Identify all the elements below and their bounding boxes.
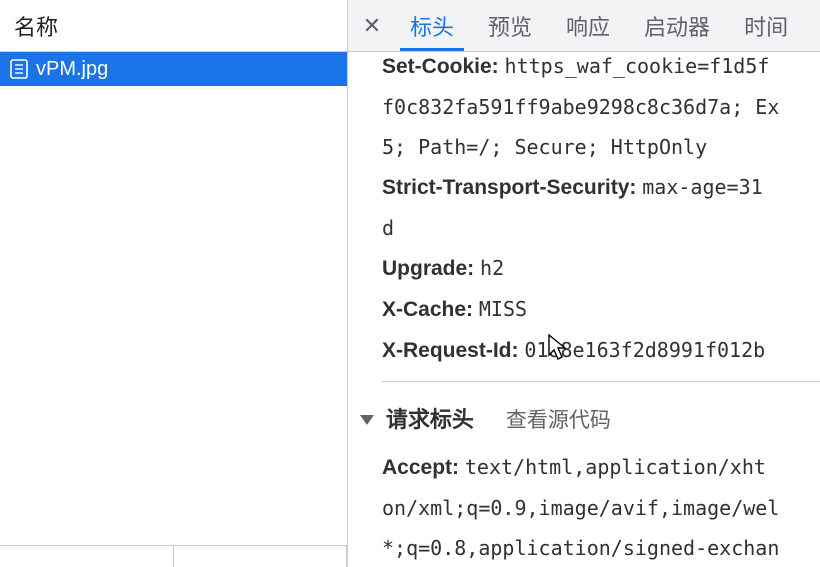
file-icon: [10, 59, 28, 79]
header-key: Set-Cookie:: [382, 55, 499, 78]
request-file-name: vPM.jpg: [36, 58, 108, 81]
header-key: X-Cache:: [382, 298, 473, 321]
header-value-cont: f0c832fa591ff9abe9298c8c36d7a; Ex: [348, 87, 820, 127]
header-key: Accept:: [382, 456, 459, 479]
header-value: text/html,application/xht: [465, 455, 766, 479]
header-value-cont: on/xml;q=0.9,image/avif,image/wel: [348, 488, 820, 528]
tab-preview[interactable]: 预览: [474, 0, 546, 51]
header-key: X-Request-Id:: [382, 339, 519, 362]
request-list: vPM.jpg: [0, 52, 347, 545]
header-set-cookie: Set-Cookie: https_waf_cookie=f1d5f: [382, 52, 820, 87]
table-footer: [0, 545, 347, 567]
header-value-cont: *;q=0.8,application/signed-exchan: [348, 528, 820, 567]
tab-timing[interactable]: 时间: [730, 0, 802, 51]
tab-initiator[interactable]: 启动器: [630, 0, 724, 51]
tab-response[interactable]: 响应: [552, 0, 624, 51]
header-value-cont: d: [348, 208, 820, 248]
chevron-down-icon: [360, 415, 374, 425]
header-value-cont: 5; Path=/; Secure; HttpOnly: [348, 127, 820, 167]
header-x-request-id: X-Request-Id: 0188e163f2d8991f012b: [382, 330, 820, 371]
headers-content: Set-Cookie: https_waf_cookie=f1d5f f0c83…: [348, 52, 820, 567]
footer-cell: [0, 546, 174, 567]
footer-cell: [174, 546, 348, 567]
section-title: 请求标头: [386, 407, 474, 432]
header-value: MISS: [479, 297, 527, 321]
header-upgrade: Upgrade: h2: [382, 248, 820, 289]
request-row[interactable]: vPM.jpg: [0, 52, 347, 86]
name-panel: 名称 vPM.jpg: [0, 0, 348, 567]
section-toggle[interactable]: 请求标头: [360, 400, 474, 441]
view-source-link[interactable]: 查看源代码: [506, 401, 611, 441]
header-value: h2: [480, 256, 504, 280]
header-value: 0188e163f2d8991f012b: [524, 338, 765, 362]
header-value: max-age=31: [642, 175, 762, 199]
details-tab-bar: ✕ 标头 预览 响应 启动器 时间: [348, 0, 820, 52]
header-x-cache: X-Cache: MISS: [382, 289, 820, 330]
header-key: Upgrade:: [382, 257, 474, 280]
header-key: Strict-Transport-Security:: [382, 176, 636, 199]
header-value: https_waf_cookie=f1d5f: [505, 54, 770, 78]
details-panel: ✕ 标头 预览 响应 启动器 时间 Set-Cookie: https_waf_…: [348, 0, 820, 567]
response-headers-block: Set-Cookie: https_waf_cookie=f1d5f f0c83…: [382, 52, 820, 382]
close-icon[interactable]: ✕: [354, 13, 390, 39]
header-accept: Accept: text/html,application/xht: [382, 447, 820, 488]
tab-headers[interactable]: 标头: [396, 0, 468, 51]
header-strict-transport-security: Strict-Transport-Security: max-age=31: [382, 167, 820, 208]
request-headers-section[interactable]: 请求标头 查看源代码: [360, 382, 820, 447]
name-column-header[interactable]: 名称: [0, 0, 347, 52]
